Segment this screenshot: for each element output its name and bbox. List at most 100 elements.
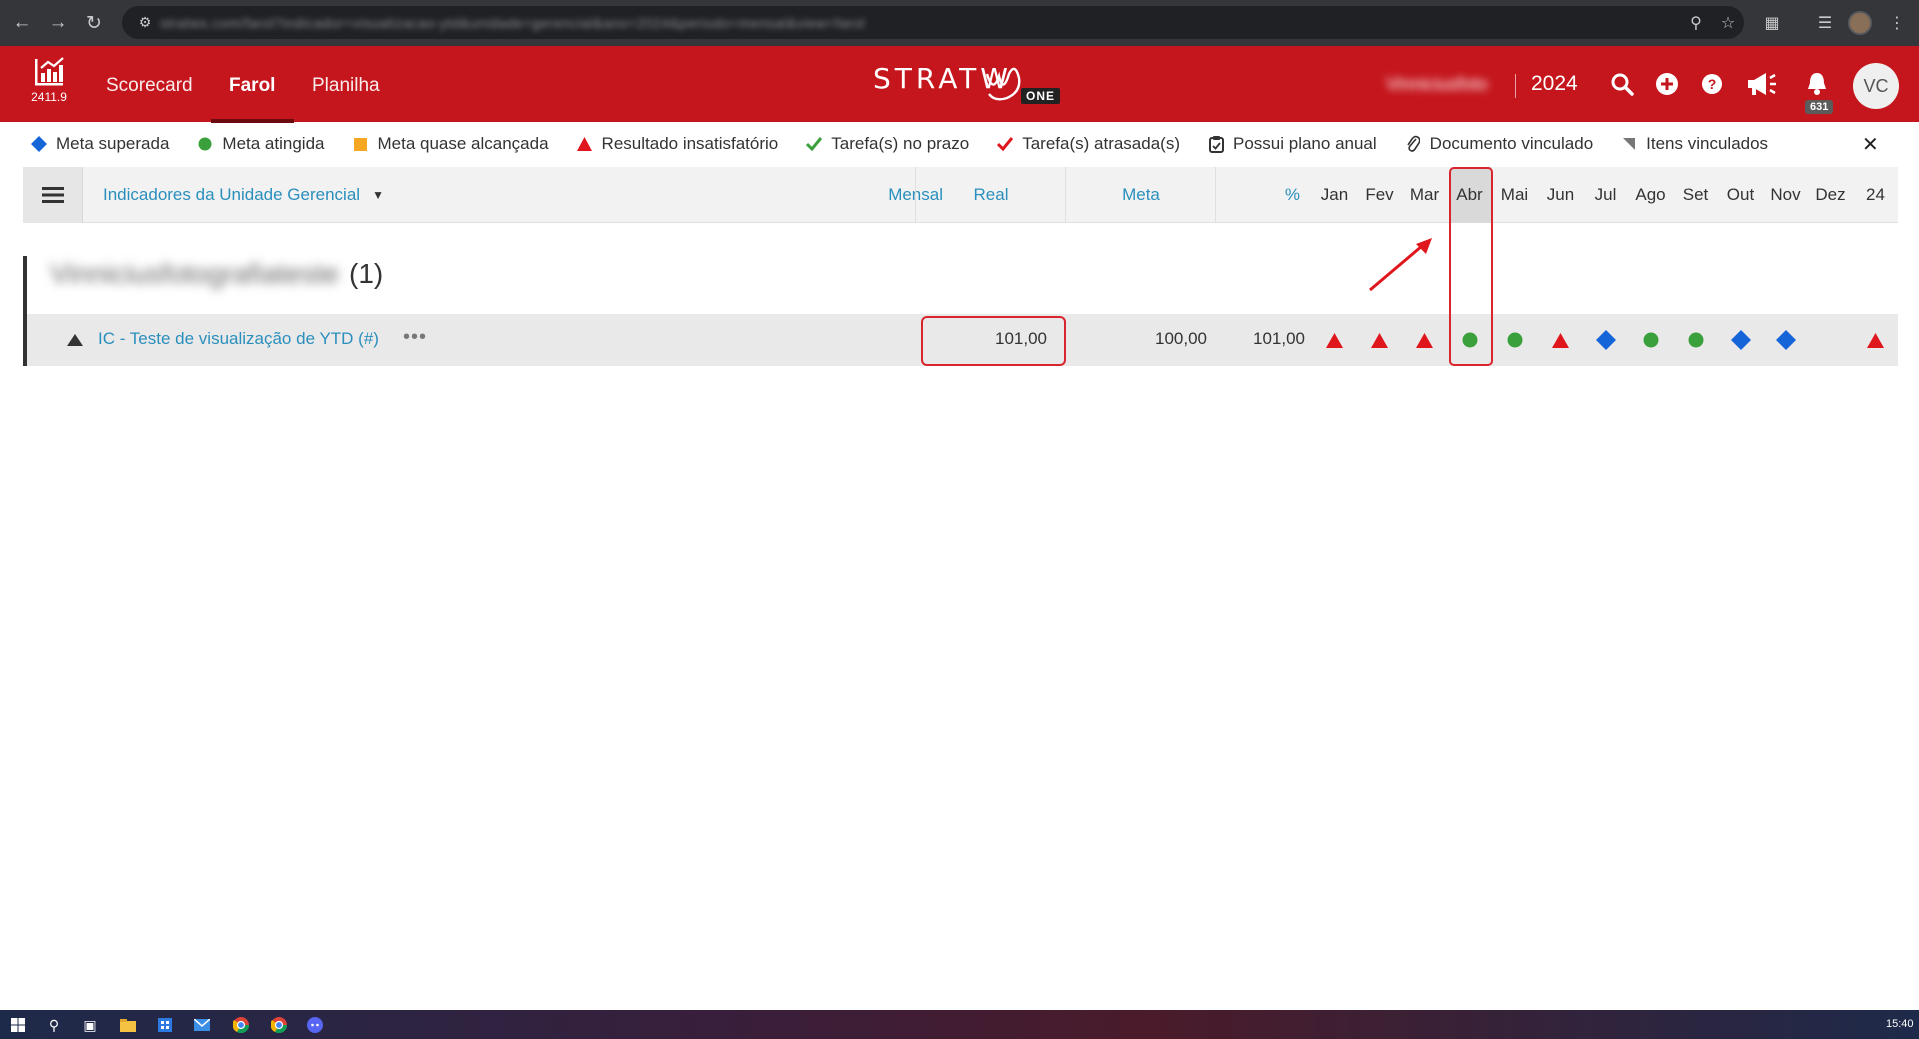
store-icon[interactable] [156, 1016, 174, 1034]
browser-menu-icon[interactable]: ⋮ [1880, 6, 1914, 39]
browser-toolbar: ← → ↻ ⚙ stratws.com/farol?indicador=visu… [0, 0, 1919, 46]
month-header-mai[interactable]: Mai [1492, 167, 1537, 223]
header-divider [1515, 74, 1516, 98]
chrome-icon[interactable] [232, 1016, 250, 1034]
add-icon[interactable] [1651, 68, 1683, 100]
month-header-set[interactable]: Set [1673, 167, 1718, 223]
extensions-icon[interactable]: ▦ [1755, 6, 1789, 39]
percent-column-header[interactable]: % [1216, 167, 1306, 223]
windows-start-icon[interactable] [9, 1016, 27, 1034]
red-triangle-icon [576, 137, 594, 151]
megaphone-icon[interactable] [1746, 68, 1778, 100]
year-selector[interactable]: 2024 [1531, 72, 1578, 96]
browser-profile-avatar[interactable] [1848, 11, 1872, 35]
status-legend: Meta superada Meta atingida Meta quase a… [0, 122, 1919, 166]
green-check-icon [805, 137, 823, 151]
address-bar[interactable]: ⚙ stratws.com/farol?indicador=visualizac… [122, 6, 1744, 39]
app-header: 2411.9 Scorecard Farol Planilha STRATW O… [0, 46, 1919, 123]
selected-month-highlight [1449, 167, 1493, 366]
unit-name[interactable]: Vinniciusfoto [1386, 74, 1488, 95]
legend-item: Meta atingida [196, 134, 324, 154]
mail-icon[interactable] [193, 1016, 211, 1034]
back-arrow-icon[interactable]: ← [4, 5, 40, 41]
status-triangle-icon[interactable] [1853, 328, 1898, 352]
real-column-header[interactable]: Real [916, 167, 1066, 223]
month-header-out[interactable]: Out [1718, 167, 1763, 223]
month-header-mar[interactable]: Mar [1402, 167, 1447, 223]
menu-icon[interactable] [23, 167, 83, 223]
notification-count-badge: 631 [1805, 100, 1834, 114]
tab-scorecard[interactable]: Scorecard [106, 46, 193, 122]
status-diamond-icon[interactable] [1583, 328, 1628, 352]
search-icon[interactable]: ⚲ [45, 1016, 63, 1034]
reload-icon[interactable]: ↻ [76, 5, 112, 41]
legend-label: Meta superada [56, 134, 170, 153]
legend-item: Meta superada [30, 134, 169, 154]
group-count: (1) [349, 258, 384, 289]
status-triangle-icon[interactable] [1312, 328, 1357, 352]
month-header-dez[interactable]: Dez [1808, 167, 1853, 223]
search-icon[interactable] [1606, 68, 1638, 100]
site-settings-icon[interactable]: ⚙ [130, 14, 160, 31]
more-options-icon[interactable]: ••• [403, 326, 427, 349]
legend-item: Tarefa(s) no prazo [805, 134, 969, 154]
chart-logo-icon [35, 57, 64, 86]
status-triangle-icon[interactable] [1538, 328, 1583, 352]
collapse-triangle-icon[interactable] [67, 333, 83, 351]
tab-planilha[interactable]: Planilha [312, 46, 380, 122]
bell-icon[interactable] [1801, 68, 1833, 100]
month-header-jan[interactable]: Jan [1312, 167, 1357, 223]
task-view-icon[interactable]: ▣ [81, 1016, 99, 1034]
bookmark-star-icon[interactable]: ☆ [1712, 13, 1744, 33]
blue-diamond-icon [30, 136, 48, 152]
real-value-highlight [921, 316, 1066, 366]
status-triangle-icon[interactable] [1357, 328, 1402, 352]
meta-column-header[interactable]: Meta [1066, 167, 1216, 223]
caret-down-icon: ▼ [372, 188, 384, 202]
month-header-jul[interactable]: Jul [1583, 167, 1628, 223]
legend-label: Resultado insatisfatório [601, 134, 779, 153]
status-circle-icon[interactable] [1492, 328, 1537, 352]
empty-status-cell [1808, 328, 1853, 352]
red-check-icon [996, 137, 1014, 151]
corner-flag-icon [1620, 138, 1638, 150]
tab-search-icon[interactable]: ☰ [1808, 6, 1842, 39]
group-name: Vinniciusfotografiateste [50, 258, 339, 289]
discord-icon[interactable] [306, 1016, 324, 1034]
status-diamond-icon[interactable] [1763, 328, 1808, 352]
tab-farol[interactable]: Farol [229, 46, 275, 122]
user-avatar[interactable]: VC [1853, 63, 1899, 109]
month-header-nov[interactable]: Nov [1763, 167, 1808, 223]
forward-arrow-icon[interactable]: → [40, 5, 76, 41]
group-selector-dropdown[interactable]: Indicadores da Unidade Gerencial ▼ [103, 185, 384, 205]
logo-swoosh-icon [985, 67, 1021, 101]
close-legend-icon[interactable]: ✕ [1862, 132, 1879, 157]
legend-label: Tarefa(s) atrasada(s) [1022, 134, 1180, 153]
legend-item: Resultado insatisfatório [576, 134, 779, 154]
month-header-ago[interactable]: Ago [1628, 167, 1673, 223]
month-header-fev[interactable]: Fev [1357, 167, 1402, 223]
status-circle-icon[interactable] [1673, 328, 1718, 352]
legend-item: Meta quase alcançada [351, 134, 549, 154]
file-explorer-icon[interactable] [119, 1016, 137, 1034]
status-triangle-icon[interactable] [1402, 328, 1447, 352]
help-icon[interactable]: ? [1696, 68, 1728, 100]
month-header-24[interactable]: 24 [1853, 167, 1898, 223]
status-diamond-icon[interactable] [1718, 328, 1763, 352]
green-circle-icon [196, 137, 214, 151]
app-home-logo[interactable]: 2411.9 [24, 56, 74, 116]
chrome-icon[interactable] [270, 1016, 288, 1034]
clock: 15:40 [1886, 1018, 1914, 1030]
percent-value: 101,00 [1253, 329, 1305, 348]
month-header-jun[interactable]: Jun [1538, 167, 1583, 223]
status-circle-icon[interactable] [1628, 328, 1673, 352]
legend-item: Itens vinculados [1620, 134, 1768, 154]
zoom-icon[interactable]: ⚲ [1680, 13, 1712, 33]
os-taskbar: ⚲ ▣ 15:40 [0, 1010, 1919, 1039]
legend-label: Documento vinculado [1429, 134, 1594, 153]
legend-item: Tarefa(s) atrasada(s) [996, 134, 1180, 154]
legend-item: Documento vinculado [1404, 134, 1593, 154]
url-text[interactable]: stratws.com/farol?indicador=visualizacao… [160, 15, 1680, 31]
legend-label: Tarefa(s) no prazo [831, 134, 970, 153]
indicator-name-link[interactable]: IC - Teste de visualização de YTD (#) [98, 329, 379, 349]
